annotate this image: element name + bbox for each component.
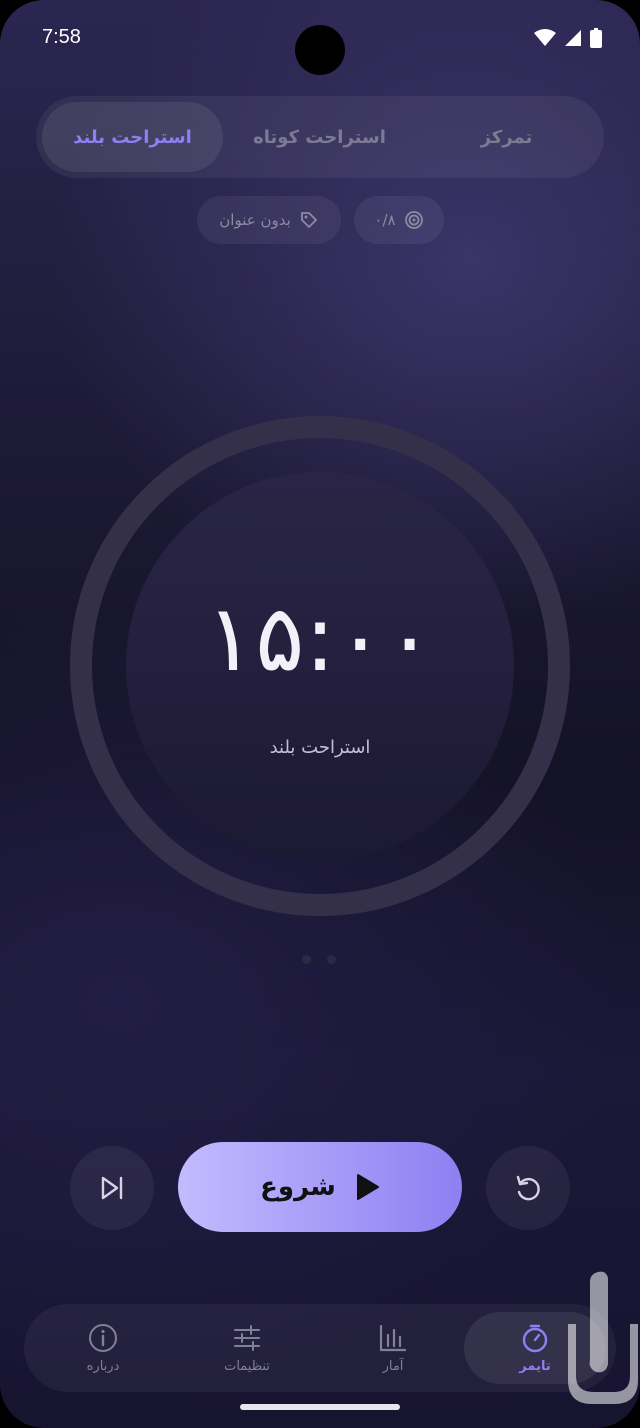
timer-mode-label: استراحت بلند bbox=[269, 737, 371, 758]
nav-settings[interactable]: تنظیمات bbox=[176, 1312, 318, 1384]
target-icon bbox=[404, 211, 423, 229]
label-chip[interactable]: بدون عنوان bbox=[197, 196, 341, 244]
app-screen: 7:58 استراحت بلند استراحت کوتاه تمرکز بد… bbox=[0, 0, 640, 1428]
wifi-icon bbox=[534, 29, 556, 46]
skip-next-icon bbox=[101, 1176, 123, 1200]
nav-stats[interactable]: آمار bbox=[322, 1312, 464, 1384]
sliders-icon bbox=[234, 1324, 260, 1351]
timer-display: ۱۵:۰۰ bbox=[205, 585, 435, 692]
bottom-navigation: درباره تنظیمات آمار تایمر bbox=[24, 1304, 616, 1392]
nav-label: آمار bbox=[382, 1358, 404, 1374]
nav-label: تنظیمات bbox=[224, 1358, 270, 1374]
info-icon bbox=[89, 1323, 117, 1352]
page-indicator bbox=[302, 955, 336, 964]
reset-icon bbox=[516, 1175, 540, 1201]
start-button[interactable]: شروع bbox=[178, 1142, 462, 1232]
camera-cutout bbox=[295, 25, 345, 75]
tab-label: تمرکز bbox=[480, 126, 533, 148]
label-chip-text: بدون عنوان bbox=[219, 211, 291, 229]
tab-focus[interactable]: تمرکز bbox=[416, 102, 597, 172]
status-time: 7:58 bbox=[42, 26, 81, 48]
play-icon bbox=[356, 1174, 379, 1200]
home-indicator[interactable] bbox=[240, 1404, 400, 1410]
battery-icon bbox=[590, 28, 602, 48]
status-icons bbox=[534, 28, 602, 48]
start-button-label: شروع bbox=[260, 1172, 336, 1202]
nav-label: تایمر bbox=[519, 1358, 551, 1374]
page-dot bbox=[302, 955, 311, 964]
tab-label: استراحت بلند bbox=[73, 126, 192, 148]
goal-chip-text: ۰/۸ bbox=[374, 211, 396, 229]
store-badge-logo bbox=[568, 1271, 638, 1404]
skip-button[interactable] bbox=[70, 1146, 154, 1230]
status-bar: 7:58 bbox=[0, 0, 640, 78]
signal-icon bbox=[565, 30, 581, 46]
stopwatch-icon bbox=[522, 1324, 548, 1352]
tag-icon bbox=[300, 212, 317, 228]
chart-icon bbox=[379, 1324, 407, 1351]
goal-chip[interactable]: ۰/۸ bbox=[354, 196, 444, 244]
nav-label: درباره bbox=[86, 1358, 120, 1374]
page-dot bbox=[327, 955, 336, 964]
tab-label: استراحت کوتاه bbox=[253, 126, 386, 148]
tab-long-break[interactable]: استراحت بلند bbox=[42, 102, 223, 172]
mode-tabs: استراحت بلند استراحت کوتاه تمرکز bbox=[36, 96, 604, 178]
nav-about[interactable]: درباره bbox=[32, 1312, 174, 1384]
reset-button[interactable] bbox=[486, 1146, 570, 1230]
tab-short-break[interactable]: استراحت کوتاه bbox=[229, 102, 410, 172]
